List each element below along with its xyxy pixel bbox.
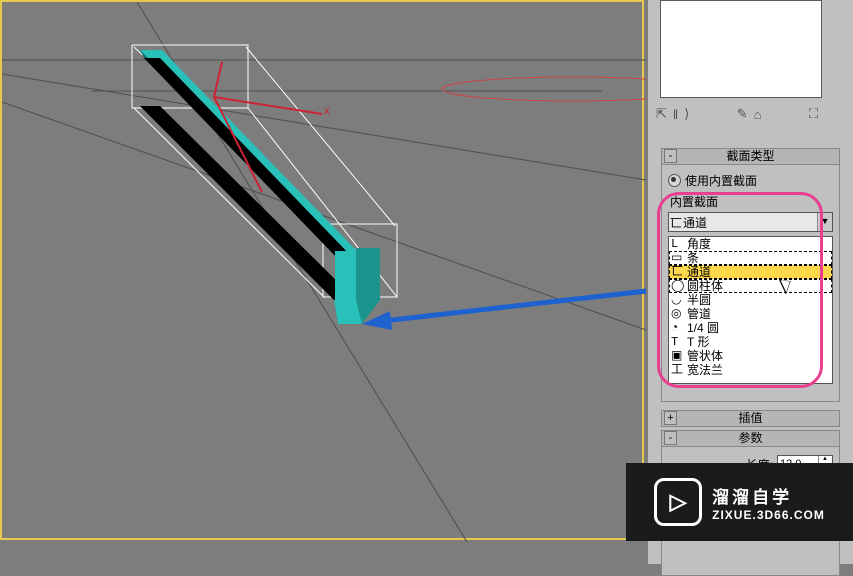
section-option[interactable]: ▣管状体	[669, 349, 832, 363]
option-label: 管状体	[687, 349, 723, 363]
option-icon: 匸	[671, 265, 685, 279]
option-icon: ◎	[671, 307, 685, 321]
option-icon: ◡	[671, 293, 685, 307]
rollout-header-section-type[interactable]: - 截面类型	[661, 148, 840, 165]
option-label: 角度	[687, 237, 711, 251]
option-icon: ◔	[671, 321, 685, 335]
radio-dot-icon	[668, 174, 681, 187]
section-option[interactable]: ◯圆柱体	[669, 279, 832, 293]
option-label: 通道	[687, 265, 711, 279]
section-combo[interactable]: 匸 通道 ▼	[668, 212, 833, 232]
option-icon: T	[671, 335, 685, 349]
rollout-title: 参数	[738, 431, 762, 445]
collapse-icon[interactable]: -	[664, 149, 677, 163]
combo-value: 通道	[683, 214, 707, 231]
options-icon[interactable]: ⛶	[809, 106, 818, 122]
section-option[interactable]: 工宽法兰	[669, 363, 832, 377]
rollout-title: 截面类型	[726, 149, 774, 163]
option-label: 圆柱体	[687, 279, 723, 293]
preview-box	[660, 0, 822, 98]
axis-label-x: x	[324, 105, 330, 117]
rollout-interpolation: + 插值	[661, 410, 840, 427]
collapse-icon[interactable]: -	[664, 431, 677, 445]
section-option[interactable]: ◡半圆	[669, 293, 832, 307]
wand-icon[interactable]: ✎	[737, 106, 748, 122]
rollout-section-type: - 截面类型 使用内置截面 内置截面 匸 通道 ▼ L角度▭条匸通道◯圆柱体◡半…	[661, 148, 840, 402]
radio-label: 使用内置截面	[685, 172, 757, 189]
section-option[interactable]: ▭条	[669, 251, 832, 265]
pin-icon[interactable]: ⇱	[656, 106, 667, 122]
watermark-brand: 溜溜自学	[712, 483, 825, 508]
option-label: 半圆	[687, 293, 711, 307]
chevron-down-icon: ▼	[817, 213, 832, 231]
section-listbox[interactable]: L角度▭条匸通道◯圆柱体◡半圆◎管道◔1/4 圆TT 形▣管状体工宽法兰	[668, 236, 833, 384]
option-icon: ▭	[671, 251, 685, 265]
option-icon: ▣	[671, 349, 685, 363]
watermark: ▷ 溜溜自学 ZIXUE.3D66.COM	[626, 463, 853, 541]
watermark-logo-icon: ▷	[654, 478, 702, 526]
combo-icon: 匸	[669, 214, 683, 231]
option-icon: 工	[671, 363, 685, 377]
watermark-site: ZIXUE.3D66.COM	[712, 508, 825, 522]
preview-toolbar: ⇱ ‖ ⟩ ✎ ⌂ ⛶	[656, 103, 818, 125]
option-icon: L	[671, 237, 685, 251]
rollout-title: 插值	[738, 411, 762, 425]
expand-icon[interactable]: +	[664, 411, 677, 425]
rollout-header-interp[interactable]: + 插值	[661, 410, 840, 427]
section-option[interactable]: L角度	[669, 237, 832, 251]
option-label: 1/4 圆	[687, 321, 719, 335]
section-option[interactable]: TT 形	[669, 335, 832, 349]
group-label-builtin: 内置截面	[670, 193, 833, 210]
option-label: 条	[687, 251, 699, 265]
section-option[interactable]: 匸通道	[669, 265, 832, 279]
rollout-header-params[interactable]: - 参数	[661, 430, 840, 447]
lock-icon[interactable]: ⌂	[754, 107, 762, 122]
section-option[interactable]: ◔1/4 圆	[669, 321, 832, 335]
option-icon: ◯	[671, 279, 685, 293]
option-label: 宽法兰	[687, 363, 723, 377]
viewport-3d[interactable]: x	[0, 0, 644, 540]
play-icon[interactable]: ⟩	[684, 106, 689, 122]
section-option[interactable]: ◎管道	[669, 307, 832, 321]
option-label: T 形	[687, 335, 709, 349]
radio-use-builtin[interactable]: 使用内置截面	[668, 172, 833, 189]
pause-icon[interactable]: ‖	[673, 107, 678, 122]
option-label: 管道	[687, 307, 711, 321]
